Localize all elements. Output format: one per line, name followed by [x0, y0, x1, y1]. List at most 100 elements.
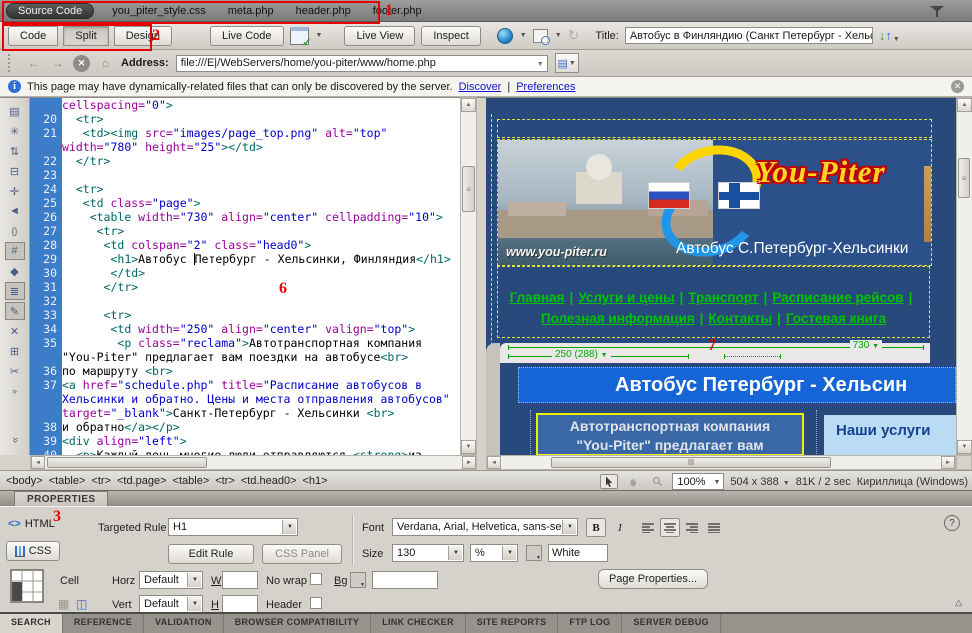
result-tab-validation[interactable]: VALIDATION	[144, 614, 224, 633]
scroll-right-icon[interactable]: ►	[941, 456, 955, 469]
design-nav-link[interactable]: Гостевая книга	[786, 311, 886, 326]
bold-button[interactable]: B	[586, 518, 606, 537]
tag-selector-item[interactable]: <table>	[173, 475, 210, 487]
tag-selector-item[interactable]: <table>	[49, 475, 86, 487]
back-icon[interactable]: ←	[25, 55, 42, 72]
text-color-swatch[interactable]	[526, 545, 542, 561]
design-nav-link[interactable]: Контакты	[708, 311, 772, 326]
expand-all-icon[interactable]: ✛	[5, 182, 25, 200]
tag-selector-item[interactable]: <tr>	[91, 475, 111, 487]
remove-comment-icon[interactable]: ✕	[5, 322, 25, 340]
html-mode-button[interactable]: <> HTML	[8, 518, 55, 530]
title-input[interactable]: Автобус в Финляндию (Санкт Петербург - Х…	[625, 27, 873, 44]
collapse-selection-icon[interactable]: ⊟	[5, 162, 25, 180]
preferences-link[interactable]: Preferences	[516, 81, 575, 93]
filter-related-files-icon[interactable]	[930, 6, 944, 18]
hand-tool-icon[interactable]	[624, 474, 642, 489]
scroll-thumb[interactable]: ≡	[462, 166, 475, 212]
align-center-icon[interactable]	[660, 518, 680, 537]
page-properties-button[interactable]: Page Properties...	[598, 569, 708, 589]
scroll-right-icon[interactable]: ►	[462, 456, 476, 469]
help-icon[interactable]: ?	[944, 515, 960, 531]
width-field[interactable]	[222, 571, 258, 589]
related-file-tab[interactable]: header.php	[296, 5, 351, 17]
design-view-button[interactable]: Design	[114, 26, 172, 46]
height-field[interactable]	[222, 595, 258, 613]
scroll-up-icon[interactable]: ▲	[957, 98, 972, 112]
split-cell-icon[interactable]: ◫	[76, 597, 87, 611]
design-nav-link[interactable]: Полезная информация	[541, 311, 695, 326]
split-view-divider[interactable]	[477, 97, 486, 455]
format-source-icon[interactable]: »	[6, 430, 24, 450]
scroll-thumb[interactable]: ⦀⦀	[551, 457, 831, 468]
file-transfer-icon[interactable]: ↓ ↑ ▼	[879, 28, 900, 43]
design-view[interactable]: www.you-piter.ru You-Piter Автобус С.Пет…	[486, 97, 956, 455]
home-icon[interactable]: ⌂	[97, 55, 114, 72]
preview-in-browser-icon[interactable]	[497, 28, 513, 44]
close-icon[interactable]: ✕	[951, 80, 964, 93]
result-tab-server-debug[interactable]: SERVER DEBUG	[622, 614, 720, 633]
align-left-icon[interactable]	[638, 518, 658, 537]
collapse-panel-icon[interactable]: △	[955, 597, 962, 608]
bg-value-field[interactable]	[372, 571, 438, 589]
window-size-menu[interactable]: 504 x 388 ▼	[730, 476, 789, 488]
promo-text-box[interactable]: Автотранспортная компания "You-Piter" пр…	[536, 413, 804, 455]
line-numbers-icon[interactable]: #	[5, 242, 25, 260]
code-editor[interactable]: cellspacing="0">20 <tr>21 <td><img src="…	[30, 97, 460, 455]
size-select[interactable]: 130	[392, 544, 464, 562]
tag-selector-item[interactable]: <td.page>	[117, 475, 167, 487]
justify-icon[interactable]	[704, 518, 724, 537]
live-view-button[interactable]: Live View	[344, 26, 415, 46]
inspect-button[interactable]: Inspect	[421, 26, 480, 46]
site-header-image[interactable]: www.you-piter.ru You-Piter Автобус С.Пет…	[497, 139, 932, 266]
forward-icon[interactable]: →	[49, 55, 66, 72]
result-tab-reference[interactable]: REFERENCE	[63, 614, 144, 633]
column-width-menu[interactable]: 250 (288) ▼	[552, 349, 611, 360]
tag-selector-item[interactable]: <td.head0>	[241, 475, 297, 487]
validate-page-icon[interactable]	[533, 29, 548, 43]
table-width-bar[interactable]: 730 ▼ 250 (288) ▼	[500, 343, 930, 363]
scroll-down-icon[interactable]: ▼	[461, 440, 476, 454]
design-horizontal-scrollbar[interactable]: ◄ ⦀⦀ ►	[486, 455, 956, 470]
discover-link[interactable]: Discover	[459, 81, 502, 93]
scroll-left-icon[interactable]: ◄	[487, 456, 501, 469]
page-heading-banner[interactable]: Автобус Петербург - Хельсин	[518, 367, 956, 403]
font-select[interactable]: Verdana, Arial, Helvetica, sans-serif	[392, 518, 578, 536]
collapse-full-tag-icon[interactable]: ⇅	[5, 142, 25, 160]
color-value-field[interactable]: White	[548, 544, 608, 562]
split-view-button[interactable]: Split	[63, 26, 108, 46]
result-tab-search[interactable]: SEARCH	[0, 614, 63, 633]
horz-select[interactable]: Default	[139, 571, 203, 589]
source-code-tab[interactable]: Source Code	[6, 3, 94, 19]
design-nav-link[interactable]: Услуги и цены	[578, 290, 674, 305]
targeted-rule-select[interactable]: H1	[168, 518, 298, 536]
scroll-thumb[interactable]: ≡	[958, 158, 970, 198]
zoom-tool-icon[interactable]	[648, 474, 666, 489]
tag-selector-item[interactable]: <tr>	[215, 475, 235, 487]
tag-selector-item[interactable]: <body>	[6, 475, 43, 487]
balance-braces-icon[interactable]: {}	[5, 222, 25, 240]
no-wrap-checkbox[interactable]	[310, 573, 322, 585]
live-code-button[interactable]: Live Code	[210, 26, 284, 46]
unit-select[interactable]: %	[470, 544, 518, 562]
select-parent-tag-icon[interactable]: ◄	[5, 202, 25, 220]
related-file-tab[interactable]: you_piter_style.css	[112, 5, 206, 17]
scroll-thumb[interactable]	[47, 457, 207, 468]
italic-button[interactable]: I	[610, 518, 630, 537]
indent-code-icon[interactable]: »	[5, 382, 25, 400]
related-file-tab[interactable]: meta.php	[228, 5, 274, 17]
address-input[interactable]: file:///E|/WebServers/home/you-piter/www…	[176, 55, 548, 72]
properties-tab[interactable]: PROPERTIES	[14, 491, 108, 506]
css-panel-button[interactable]: CSS Panel	[262, 544, 342, 564]
result-tab-browser-compatibility[interactable]: BROWSER COMPATIBILITY	[224, 614, 371, 633]
highlight-invalid-code-icon[interactable]: ◆	[5, 262, 25, 280]
code-vertical-scrollbar[interactable]: ▲ ≡ ▼	[460, 97, 477, 455]
wrap-tag-icon[interactable]: ⊞	[5, 342, 25, 360]
result-tab-ftp-log[interactable]: FTP LOG	[558, 614, 622, 633]
check-browser-compatibility-icon[interactable]	[290, 27, 309, 45]
css-mode-button[interactable]: CSS	[6, 541, 60, 561]
result-tab-site-reports[interactable]: SITE REPORTS	[466, 614, 559, 633]
select-tool-icon[interactable]	[600, 474, 618, 489]
file-list-icon[interactable]: ▤▼	[555, 53, 579, 73]
design-nav-link[interactable]: Главная	[510, 290, 565, 305]
